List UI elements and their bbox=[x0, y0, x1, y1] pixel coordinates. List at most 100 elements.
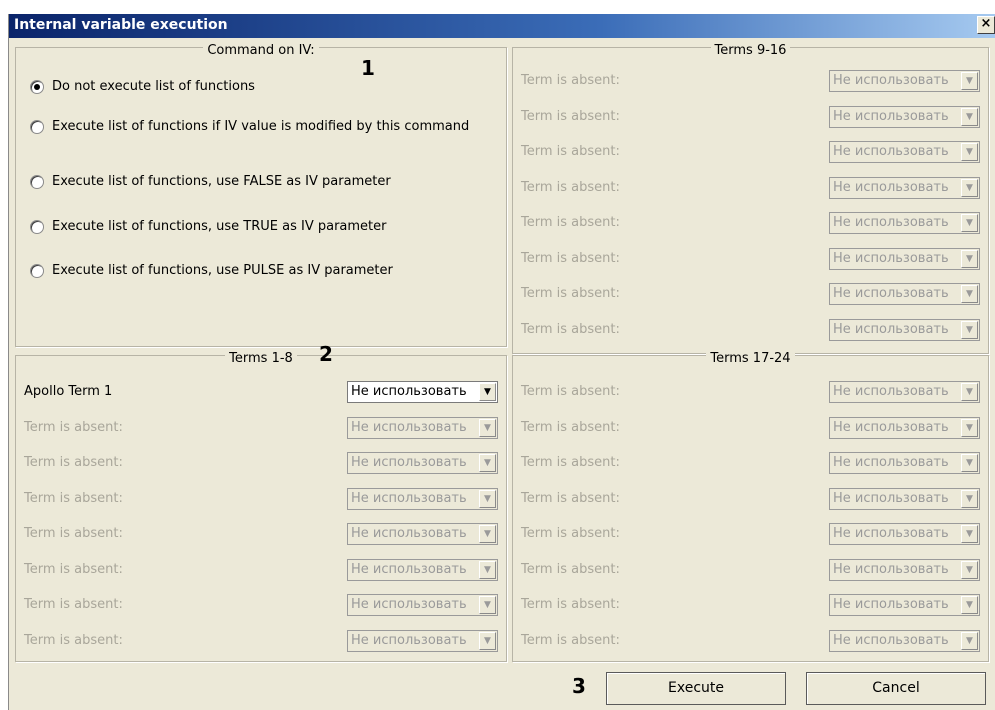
chevron-down-icon[interactable]: ▼ bbox=[961, 631, 978, 650]
term-label: Term is absent: bbox=[24, 561, 123, 577]
term-select[interactable]: Не использовать ▼ bbox=[829, 212, 980, 234]
term-select[interactable]: Не использовать ▼ bbox=[347, 416, 498, 439]
term-label: Term is absent: bbox=[521, 597, 620, 612]
term-label: Term is absent: bbox=[521, 144, 620, 159]
term-row: Term is absent: Не использовать ▼ bbox=[513, 487, 988, 511]
term-select[interactable]: Не использовать ▼ bbox=[829, 523, 980, 545]
title-bar[interactable]: Internal variable execution × bbox=[9, 14, 995, 38]
term-select[interactable]: Не использовать ▼ bbox=[829, 416, 980, 439]
term-row: Term is absent: Не использовать ▼ bbox=[513, 140, 988, 164]
term-row: Term is absent: Не использовать ▼ bbox=[513, 318, 988, 342]
term-row: Term is absent: Не использовать ▼ bbox=[513, 105, 988, 129]
chevron-down-icon[interactable]: ▼ bbox=[961, 560, 978, 579]
term-select[interactable]: Не использовать ▼ bbox=[829, 629, 980, 652]
term-label: Term is absent: bbox=[24, 597, 123, 612]
radio-button[interactable] bbox=[30, 220, 44, 234]
term-select[interactable]: Не использовать ▼ bbox=[347, 594, 498, 616]
chevron-down-icon[interactable]: ▼ bbox=[479, 596, 496, 614]
term-select[interactable]: Не использовать ▼ bbox=[829, 558, 980, 581]
term-select[interactable]: Не использовать ▼ bbox=[829, 452, 980, 474]
term-select[interactable]: Не использовать ▼ bbox=[829, 176, 980, 199]
term-select[interactable]: Не использовать ▼ bbox=[347, 452, 498, 474]
chevron-down-icon[interactable]: ▼ bbox=[479, 525, 496, 543]
chevron-down-icon[interactable]: ▼ bbox=[961, 454, 978, 472]
chevron-down-icon[interactable]: ▼ bbox=[961, 489, 978, 508]
term-select-value: Не использовать bbox=[351, 526, 467, 541]
term-select[interactable]: Не использовать ▼ bbox=[829, 70, 980, 92]
dialog-window: Internal variable execution × Command on… bbox=[8, 14, 995, 710]
chevron-down-icon[interactable]: ▼ bbox=[479, 489, 496, 508]
term-select[interactable]: Не использовать ▼ bbox=[829, 141, 980, 163]
radio-option-3[interactable]: Execute list of functions, use FALSE as … bbox=[30, 173, 470, 191]
term-select-value: Не использовать bbox=[833, 215, 949, 230]
term-row: Term is absent: Не использовать ▼ bbox=[16, 593, 506, 617]
term-select[interactable]: Не использовать ▼ bbox=[829, 247, 980, 270]
chevron-down-icon[interactable]: ▼ bbox=[961, 383, 978, 401]
term-select[interactable]: Не использовать ▼ bbox=[829, 318, 980, 341]
term-select-value: Не использовать bbox=[833, 179, 949, 195]
chevron-down-icon[interactable]: ▼ bbox=[479, 454, 496, 472]
chevron-down-icon[interactable]: ▼ bbox=[479, 560, 496, 579]
term-select[interactable]: Не использовать ▼ bbox=[829, 381, 980, 403]
radio-button[interactable] bbox=[30, 175, 44, 189]
term-select[interactable]: Не использовать ▼ bbox=[829, 283, 980, 305]
radio-option-4[interactable]: Execute list of functions, use TRUE as I… bbox=[30, 218, 470, 236]
term-label: Term is absent: bbox=[521, 215, 620, 230]
radio-label: Execute list of functions, use PULSE as … bbox=[52, 263, 393, 278]
term-select[interactable]: Не использовать ▼ bbox=[829, 487, 980, 510]
term-select[interactable]: Не использовать ▼ bbox=[829, 105, 980, 128]
chevron-down-icon[interactable]: ▼ bbox=[479, 383, 496, 401]
term-label: Term is absent: bbox=[521, 179, 620, 195]
term-row: Term is absent: Не использовать ▼ bbox=[513, 629, 988, 653]
term-row: Term is absent: Не использовать ▼ bbox=[16, 558, 506, 582]
term-select[interactable]: Не использовать ▼ bbox=[829, 594, 980, 616]
chevron-down-icon[interactable]: ▼ bbox=[961, 72, 978, 90]
command-group: Command on IV: Do not execute list of fu… bbox=[15, 43, 507, 347]
radio-option-1[interactable]: Do not execute list of functions bbox=[30, 78, 470, 96]
chevron-down-icon[interactable]: ▼ bbox=[479, 631, 496, 650]
term-select-value: Не использовать bbox=[351, 384, 467, 399]
term-label: Term is absent: bbox=[24, 490, 123, 506]
radio-label: Execute list of functions, use FALSE as … bbox=[52, 174, 391, 189]
radio-option-2[interactable]: Execute list of functions if IV value is… bbox=[30, 118, 470, 136]
radio-button[interactable] bbox=[30, 264, 44, 278]
term-select[interactable]: Не использовать ▼ bbox=[347, 629, 498, 652]
term-select[interactable]: Не использовать ▼ bbox=[347, 523, 498, 545]
radio-button[interactable] bbox=[30, 120, 44, 134]
term-row: Term is absent: Не использовать ▼ bbox=[513, 416, 988, 440]
term-select-value: Не использовать bbox=[351, 490, 467, 506]
term-select[interactable]: Не использовать ▼ bbox=[347, 558, 498, 581]
chevron-down-icon[interactable]: ▼ bbox=[961, 178, 978, 197]
term-row: Term is absent: Не использовать ▼ bbox=[513, 451, 988, 475]
radio-option-5[interactable]: Execute list of functions, use PULSE as … bbox=[30, 262, 470, 280]
chevron-down-icon[interactable]: ▼ bbox=[961, 249, 978, 268]
term-row: Term is absent: Не использовать ▼ bbox=[16, 451, 506, 475]
chevron-down-icon[interactable]: ▼ bbox=[961, 214, 978, 232]
chevron-down-icon[interactable]: ▼ bbox=[961, 418, 978, 437]
chevron-down-icon[interactable]: ▼ bbox=[961, 320, 978, 339]
term-label: Term is absent: bbox=[521, 108, 620, 124]
term-select-value: Не использовать bbox=[351, 597, 467, 612]
term-row: Term is absent: Не использовать ▼ bbox=[513, 593, 988, 617]
term-select-value: Не использовать bbox=[351, 419, 467, 435]
term-select-value: Не использовать bbox=[833, 561, 949, 577]
chevron-down-icon[interactable]: ▼ bbox=[961, 596, 978, 614]
radio-button[interactable] bbox=[30, 80, 44, 94]
chevron-down-icon[interactable]: ▼ bbox=[961, 525, 978, 543]
cancel-button[interactable]: Cancel bbox=[806, 672, 986, 705]
term-row: Term is absent: Не использовать ▼ bbox=[513, 282, 988, 306]
close-button[interactable]: × bbox=[977, 16, 995, 34]
chevron-down-icon[interactable]: ▼ bbox=[479, 418, 496, 437]
term-select-value: Не использовать bbox=[351, 632, 467, 648]
term-label: Term is absent: bbox=[521, 419, 620, 435]
execute-button[interactable]: Execute bbox=[606, 672, 786, 705]
step-marker-3: 3 bbox=[572, 674, 586, 698]
term-select[interactable]: Не использовать ▼ bbox=[347, 487, 498, 510]
chevron-down-icon[interactable]: ▼ bbox=[961, 107, 978, 126]
chevron-down-icon[interactable]: ▼ bbox=[961, 143, 978, 161]
term-row: Term is absent: Не использовать ▼ bbox=[16, 487, 506, 511]
term-label: Term is absent: bbox=[24, 455, 123, 470]
term-select[interactable]: Не использовать ▼ bbox=[347, 381, 498, 403]
chevron-down-icon[interactable]: ▼ bbox=[961, 285, 978, 303]
term-select-value: Не использовать bbox=[833, 108, 949, 124]
